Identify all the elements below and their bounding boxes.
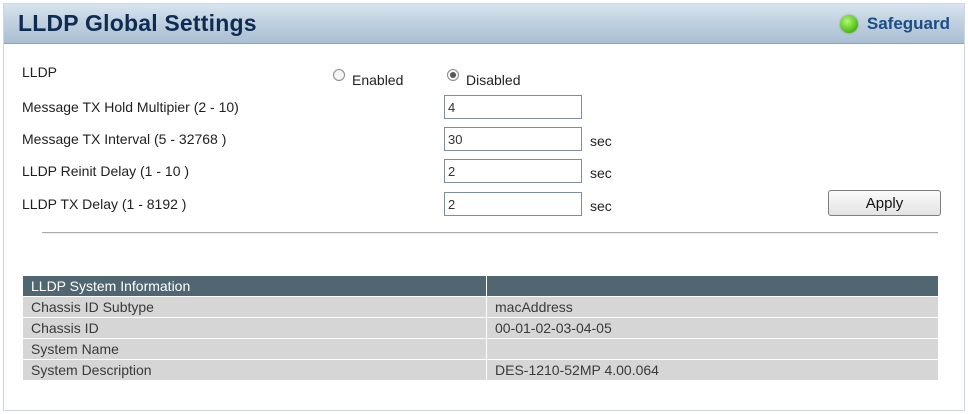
safeguard-indicator[interactable]: Safeguard	[839, 13, 950, 35]
tx-interval-unit: sec	[590, 133, 612, 149]
lldp-enabled-label[interactable]: Enabled	[352, 72, 403, 88]
system-info-header: LLDP System Information	[22, 275, 487, 297]
table-row: System Name	[22, 338, 939, 360]
system-info-table: LLDP System Information Chassis ID Subty…	[22, 275, 939, 381]
system-name-value	[486, 338, 939, 360]
tx-delay-unit: sec	[590, 198, 612, 214]
safeguard-label: Safeguard	[866, 14, 950, 33]
lldp-disabled-label[interactable]: Disabled	[466, 72, 520, 88]
apply-button[interactable]: Apply	[828, 190, 941, 216]
tx-delay-input[interactable]	[444, 192, 582, 216]
safeguard-status-icon	[839, 15, 858, 33]
page-title: LLDP Global Settings	[18, 10, 257, 36]
tx-delay-label: LLDP TX Delay (1 - 8192 )	[22, 196, 187, 212]
reinit-delay-unit: sec	[590, 165, 612, 181]
system-name-label: System Name	[22, 338, 487, 360]
lldp-enabled-radio[interactable]	[333, 69, 345, 81]
chassis-id-subtype-value: macAddress	[486, 296, 939, 318]
reinit-delay-label: LLDP Reinit Delay (1 - 10 )	[22, 163, 190, 179]
table-row: System Description DES-1210-52MP 4.00.06…	[22, 359, 939, 381]
tx-interval-label: Message TX Interval (5 - 32768 )	[22, 131, 227, 147]
section-divider	[42, 232, 938, 234]
chassis-id-value: 00-01-02-03-04-05	[486, 317, 939, 339]
reinit-delay-input[interactable]	[444, 159, 582, 183]
chassis-id-label: Chassis ID	[22, 317, 487, 339]
hold-multiplier-label: Message TX Hold Multipier (2 - 10)	[22, 99, 239, 115]
system-info-header-row: LLDP System Information	[22, 275, 939, 297]
lldp-disabled-radio[interactable]	[447, 69, 459, 81]
table-row: Chassis ID 00-01-02-03-04-05	[22, 317, 939, 339]
system-info-header-blank	[486, 275, 939, 297]
system-description-label: System Description	[22, 359, 487, 381]
tx-interval-input[interactable]	[444, 127, 582, 151]
hold-multiplier-input[interactable]	[444, 95, 582, 119]
system-description-value: DES-1210-52MP 4.00.064	[486, 359, 939, 381]
chassis-id-subtype-label: Chassis ID Subtype	[22, 296, 487, 318]
title-bar: LLDP Global Settings Safeguard	[4, 4, 964, 44]
lldp-state-label: LLDP	[22, 64, 58, 80]
table-row: Chassis ID Subtype macAddress	[22, 296, 939, 318]
